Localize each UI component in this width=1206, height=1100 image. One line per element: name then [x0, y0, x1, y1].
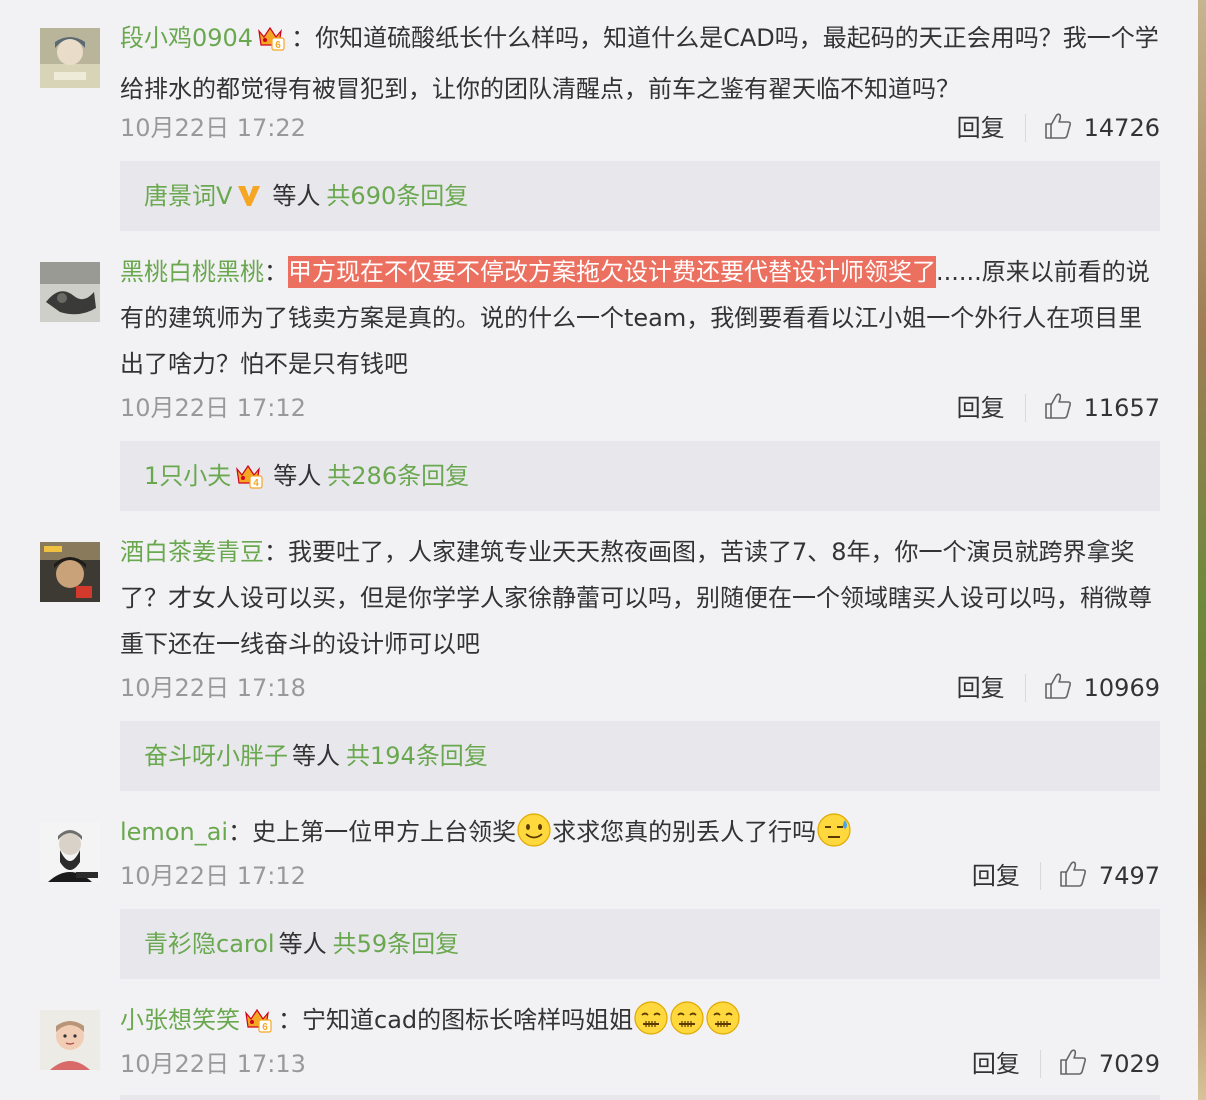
- like-button[interactable]: 7497: [1059, 856, 1160, 896]
- svg-text:6: 6: [262, 1022, 268, 1033]
- comment-body: 小张想笑笑 6 ：宁知道cad的图标长啥样吗姐姐: [120, 997, 1160, 1051]
- comment-meta: 10月22日 17:18 回复 10969: [120, 668, 1160, 708]
- reply-button[interactable]: 回复: [972, 1044, 1020, 1084]
- verified-v-icon: [236, 166, 262, 236]
- reply-button[interactable]: 回复: [957, 668, 1005, 708]
- comment-time: 10月22日 17:22: [120, 114, 306, 142]
- comment-body: 酒白茶姜青豆：我要吐了，人家建筑专业天天熬夜画图，苦读了7、8年，你一个演员就跨…: [120, 538, 1152, 658]
- comment-text: 求求您真的别丢人了行吗: [552, 818, 817, 846]
- reply-total-link[interactable]: 共194条回复: [346, 742, 488, 770]
- comment-time: 10月22日 17:18: [120, 674, 306, 702]
- comment-username[interactable]: 黑桃白桃黑桃: [120, 258, 264, 286]
- like-count: 7029: [1098, 1050, 1160, 1078]
- avatar[interactable]: [40, 262, 100, 322]
- vip-crown-badge-icon: 6: [244, 1002, 272, 1048]
- comment-body: lemon_ai：史上第一位甲方上台领奖 求求您真的别丢人了行吗: [120, 809, 1160, 863]
- reply-summary[interactable]: 1只小夫 4 等人 共286条回复: [120, 441, 1160, 511]
- reply-username[interactable]: 青衫隐carol: [144, 930, 275, 958]
- reply-total-link[interactable]: 共690条回复: [326, 182, 468, 210]
- comment-meta: 10月22日 17:22 回复 14726: [120, 108, 1160, 148]
- comment-time: 10月22日 17:12: [120, 862, 306, 890]
- reply-total-link[interactable]: 共59条回复: [333, 930, 460, 958]
- comment-meta: 10月22日 17:13 回复 7029: [120, 1044, 1160, 1084]
- avatar[interactable]: [40, 28, 100, 88]
- vip-crown-badge-icon: 6: [257, 20, 285, 66]
- thumbs-up-icon: [1059, 1048, 1087, 1080]
- comment-time: 10月22日 17:13: [120, 1050, 306, 1078]
- comment-text: 宁知道cad的图标长啥样吗姐姐: [302, 1006, 634, 1034]
- avatar[interactable]: [40, 1010, 100, 1070]
- divider: [1024, 674, 1026, 702]
- thumbs-up-icon: [1044, 392, 1072, 424]
- comment-actions: 回复 10969: [957, 668, 1160, 708]
- highlighted-text: 甲方现在不仅要不停改方案拖欠设计费还要代替设计师领奖了: [288, 256, 936, 288]
- reply-summary-partial: [120, 1095, 1160, 1100]
- comment-actions: 回复 7029: [972, 1044, 1160, 1084]
- reply-summary[interactable]: 奋斗呀小胖子 等人 共194条回复: [120, 721, 1160, 791]
- divider: [1024, 114, 1026, 142]
- reply-username[interactable]: 1只小夫: [144, 462, 231, 490]
- thumbs-up-icon: [1059, 860, 1087, 892]
- divider: [1039, 1050, 1041, 1078]
- comment-username[interactable]: 酒白茶姜青豆: [120, 538, 264, 566]
- divider: [1024, 394, 1026, 422]
- like-count: 10969: [1083, 674, 1160, 702]
- reply-button[interactable]: 回复: [972, 856, 1020, 896]
- thumbs-up-icon: [1044, 112, 1072, 144]
- comment-username[interactable]: lemon_ai: [120, 818, 228, 846]
- thumbs-up-icon: [1044, 672, 1072, 704]
- reply-total-link[interactable]: 共286条回复: [327, 462, 469, 490]
- avatar[interactable]: [40, 822, 100, 882]
- like-button[interactable]: 11657: [1044, 388, 1160, 428]
- comment-meta: 10月22日 17:12 回复 11657: [120, 388, 1160, 428]
- background-image-edge: [1198, 0, 1206, 1100]
- svg-text:4: 4: [254, 478, 260, 489]
- reply-summary[interactable]: 青衫隐carol 等人 共59条回复: [120, 909, 1160, 979]
- comment-actions: 回复 11657: [957, 388, 1160, 428]
- like-button[interactable]: 14726: [1044, 108, 1160, 148]
- reply-button[interactable]: 回复: [957, 108, 1005, 148]
- comments-page: 段小鸡0904 6 ：你知道硫酸纸长什么样吗，知道什么是CAD吗，最起码的天正会用吗…: [0, 0, 1206, 1100]
- comment-body: 段小鸡0904 6 ：你知道硫酸纸长什么样吗，知道什么是CAD吗，最起码的天正会用吗…: [120, 15, 1160, 112]
- reply-button[interactable]: 回复: [957, 388, 1005, 428]
- comment-username[interactable]: 段小鸡0904: [120, 24, 253, 52]
- reply-username[interactable]: 唐景词V: [144, 182, 232, 210]
- comment-text: 史上第一位甲方上台领奖: [252, 818, 517, 846]
- comment-body: 黑桃白桃黑桃：甲方现在不仅要不停改方案拖欠设计费还要代替设计师领奖了......…: [120, 256, 1150, 378]
- like-count: 11657: [1083, 394, 1160, 422]
- comment-time: 10月22日 17:12: [120, 394, 306, 422]
- divider: [1039, 862, 1041, 890]
- comment-actions: 回复 7497: [972, 856, 1160, 896]
- like-count: 7497: [1098, 862, 1160, 890]
- comment-actions: 回复 14726: [957, 108, 1160, 148]
- like-count: 14726: [1083, 114, 1160, 142]
- avatar[interactable]: [40, 542, 100, 602]
- comment-meta: 10月22日 17:12 回复 7497: [120, 856, 1160, 896]
- like-button[interactable]: 7029: [1059, 1044, 1160, 1084]
- svg-text:6: 6: [275, 40, 281, 51]
- vip-crown-badge-icon: 4: [235, 446, 263, 516]
- like-button[interactable]: 10969: [1044, 668, 1160, 708]
- reply-username[interactable]: 奋斗呀小胖子: [144, 742, 288, 770]
- comment-username[interactable]: 小张想笑笑: [120, 1006, 240, 1034]
- reply-summary[interactable]: 唐景词V 等人 共690条回复: [120, 161, 1160, 231]
